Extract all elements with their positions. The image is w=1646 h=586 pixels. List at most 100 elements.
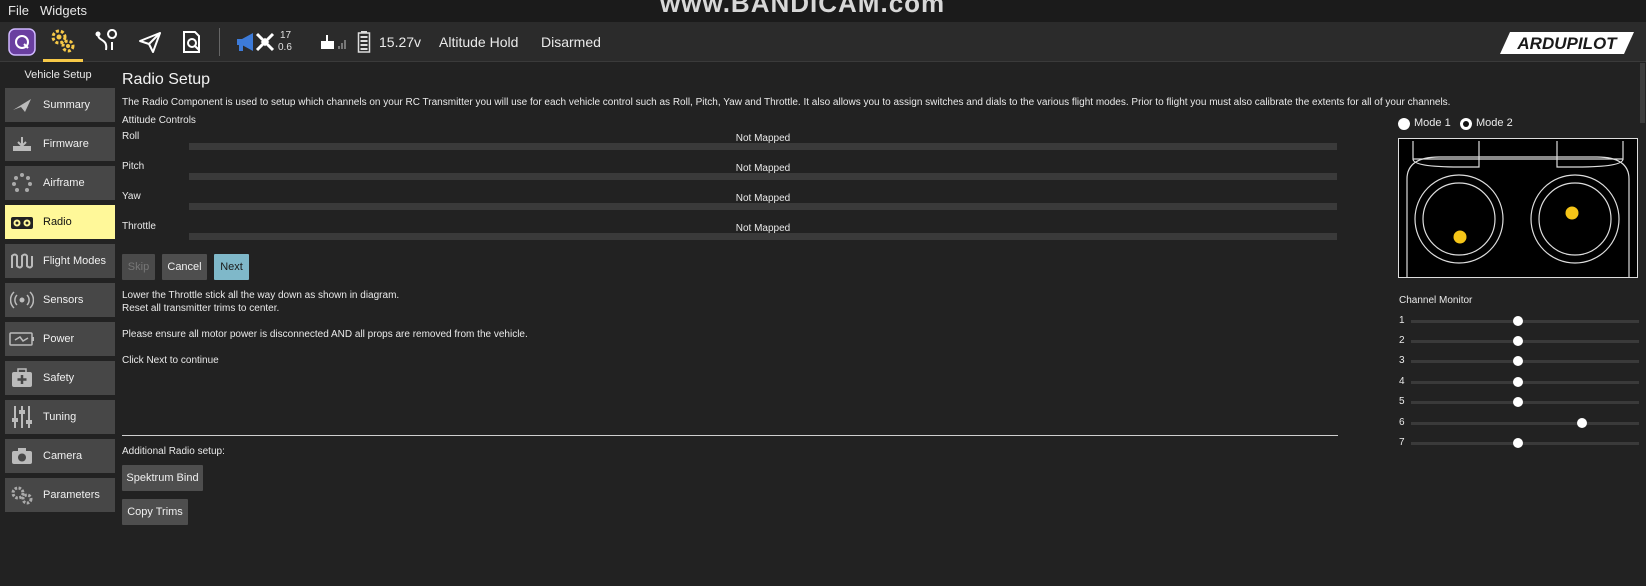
mode1-label[interactable]: Mode 1	[1414, 117, 1451, 129]
dots-circle-icon	[5, 172, 39, 194]
channel-track	[1411, 360, 1639, 363]
gears-icon	[5, 485, 39, 505]
panel-scrollbar[interactable]	[1640, 63, 1645, 123]
armed-status[interactable]: Disarmed	[541, 34, 601, 50]
gps-indicator[interactable]	[252, 22, 278, 62]
sidebar-item-airframe[interactable]: Airframe	[5, 166, 115, 200]
channel-row-7: 7	[1399, 437, 1639, 449]
control-row-throttle: Throttle Not Mapped	[122, 221, 1337, 251]
menu-file[interactable]: File	[8, 3, 29, 18]
sidebar-item-label: Firmware	[43, 138, 89, 150]
rc-rssi-indicator[interactable]	[318, 22, 348, 62]
route-pin-icon	[95, 29, 118, 51]
copy-trims-button[interactable]: Copy Trims	[122, 499, 188, 525]
left-stick-outer-ring	[1414, 174, 1504, 264]
control-mapping: Not Mapped	[735, 193, 791, 204]
control-name: Pitch	[122, 161, 145, 172]
qgc-logo-button[interactable]	[2, 22, 42, 62]
sidebar-item-parameters[interactable]: Parameters	[5, 478, 115, 512]
mode2-label[interactable]: Mode 2	[1476, 117, 1513, 129]
left-stick-position	[1453, 230, 1467, 244]
cancel-button[interactable]: Cancel	[162, 254, 207, 280]
channel-row-5: 5	[1399, 396, 1639, 408]
channel-row-3: 3	[1399, 355, 1639, 367]
battery-icon	[357, 31, 371, 53]
instruction-text: Lower the Throttle stick all the way dow…	[122, 290, 400, 301]
sensors-icon	[5, 290, 39, 310]
mode1-radio[interactable]	[1398, 118, 1410, 130]
control-bar	[189, 233, 1337, 240]
channel-track	[1411, 442, 1639, 445]
page-title: Radio Setup	[122, 71, 211, 88]
sidebar-item-camera[interactable]: Camera	[5, 439, 115, 473]
channel-level-indicator	[1577, 418, 1587, 428]
plan-view-button[interactable]	[86, 22, 126, 62]
flight-mode-selector[interactable]: Altitude Hold	[439, 34, 518, 50]
control-mapping: Not Mapped	[735, 163, 791, 174]
sidebar-item-label: Tuning	[43, 411, 77, 423]
transmitter-diagram	[1398, 138, 1638, 278]
setup-sidebar: Vehicle Setup Summary Firmware Airframe …	[0, 63, 116, 586]
channel-track	[1411, 340, 1639, 343]
mode2-radio[interactable]	[1460, 118, 1472, 130]
qgc-logo-icon	[8, 28, 36, 56]
camera-icon	[5, 446, 39, 466]
document-search-icon	[183, 31, 200, 53]
next-button[interactable]: Next	[214, 254, 249, 280]
sidebar-item-sensors[interactable]: Sensors	[5, 283, 115, 317]
plane-icon	[5, 96, 39, 114]
sidebar-item-label: Sensors	[43, 294, 84, 306]
wave-icon	[5, 252, 39, 270]
paper-plane-icon	[139, 32, 161, 53]
control-row-roll: Roll Not Mapped	[122, 131, 1337, 161]
channel-level-indicator	[1513, 377, 1524, 387]
medkit-icon	[5, 367, 39, 389]
sidebar-item-label: Power	[43, 333, 75, 345]
vehicle-setup-button[interactable]	[43, 22, 83, 62]
sidebar-item-label: Radio	[43, 216, 72, 228]
sidebar-item-summary[interactable]: Summary	[5, 88, 115, 122]
sidebar-item-tuning[interactable]: Tuning	[5, 400, 115, 434]
sliders-icon	[5, 404, 39, 430]
channel-number: 7	[1399, 437, 1405, 448]
channel-track	[1411, 381, 1639, 384]
channel-monitor-title: Channel Monitor	[1399, 295, 1473, 306]
spektrum-bind-button[interactable]: Spektrum Bind	[122, 465, 203, 491]
section-divider	[122, 435, 1338, 436]
gps-hdop: 0.6	[278, 42, 292, 53]
sidebar-item-label: Safety	[43, 372, 75, 384]
sidebar-item-firmware[interactable]: Firmware	[5, 127, 115, 161]
sidebar-item-flight-modes[interactable]: Flight Modes	[5, 244, 115, 278]
sidebar-item-safety[interactable]: Safety	[5, 361, 115, 395]
channel-number: 5	[1399, 396, 1405, 407]
menu-widgets[interactable]: Widgets	[40, 3, 87, 18]
skip-button[interactable]: Skip	[122, 254, 155, 280]
main-toolbar: 17 0.6 15.27v Altitude Hold Disarmed ARD…	[0, 22, 1646, 62]
radio-icon	[5, 213, 39, 231]
sidebar-item-label: Airframe	[43, 177, 85, 189]
channel-level-indicator	[1513, 336, 1524, 346]
fly-view-button[interactable]	[130, 22, 170, 62]
control-name: Throttle	[122, 221, 156, 232]
control-name: Roll	[122, 131, 140, 142]
channel-row-4: 4	[1399, 376, 1639, 388]
control-name: Yaw	[122, 191, 141, 202]
channel-row-2: 2	[1399, 335, 1639, 347]
instruction-text: Please ensure all motor power is disconn…	[122, 329, 528, 340]
channel-row-6: 6	[1399, 417, 1639, 429]
sidebar-item-label: Flight Modes	[43, 255, 106, 267]
right-stick-inner-ring	[1538, 182, 1612, 256]
sidebar-item-label: Parameters	[43, 489, 100, 501]
left-stick-inner-ring	[1422, 182, 1496, 256]
channel-number: 4	[1399, 376, 1405, 387]
sidebar-item-power[interactable]: Power	[5, 322, 115, 356]
channel-number: 6	[1399, 417, 1405, 428]
toolbar-separator	[219, 28, 220, 56]
analyze-button[interactable]	[172, 22, 212, 62]
battery-indicator[interactable]	[352, 22, 376, 62]
svg-text:ARDUPILOT: ARDUPILOT	[1516, 34, 1618, 53]
channel-track	[1411, 422, 1639, 425]
sidebar-item-radio[interactable]: Radio	[5, 205, 115, 239]
page-description: The Radio Component is used to setup whi…	[122, 97, 1451, 108]
channel-level-indicator	[1513, 397, 1524, 407]
